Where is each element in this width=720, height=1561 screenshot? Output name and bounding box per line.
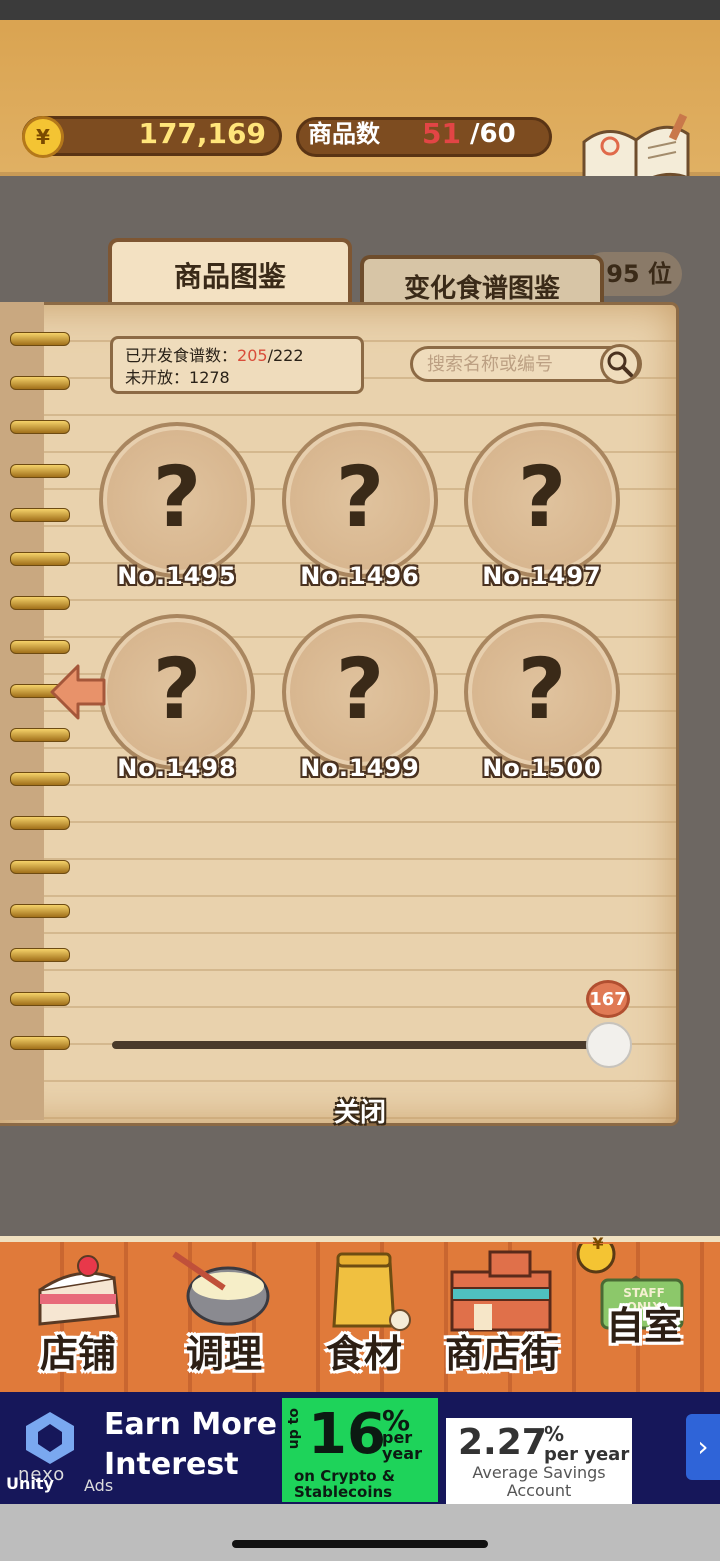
nav-ingredients[interactable]: 食材 xyxy=(294,1244,434,1384)
ad-next-button[interactable]: › xyxy=(686,1414,720,1480)
cake-icon xyxy=(38,1255,120,1326)
home-indicator[interactable] xyxy=(232,1540,488,1548)
ad-offer1-per: per year xyxy=(382,1428,422,1463)
question-mark-icon: ? xyxy=(152,640,202,738)
binder-ring xyxy=(10,728,70,742)
nav-shop[interactable]: 店铺 xyxy=(8,1244,148,1384)
question-mark-icon: ? xyxy=(517,640,567,738)
item-number: No.1499 xyxy=(300,754,420,782)
binder-ring xyxy=(10,376,70,390)
unopened-recipes-line: 未开放：1278 xyxy=(125,367,349,389)
binder-ring xyxy=(10,464,70,478)
ad-offer1-upto: up to xyxy=(286,1408,302,1450)
arrow-left-icon xyxy=(50,664,106,720)
storefront-icon xyxy=(450,1250,552,1332)
binder-ring xyxy=(10,1036,70,1050)
opened-total: /222 xyxy=(267,346,304,365)
nav-cooking-label: 调理 xyxy=(185,1332,262,1376)
item-slot-locked[interactable]: ? xyxy=(464,422,620,578)
opened-value: 205 xyxy=(237,346,268,365)
ad-headline: Earn More Interest xyxy=(104,1407,277,1482)
nav-shopping-street[interactable]: 商店街 xyxy=(430,1244,574,1384)
item-number: No.1497 xyxy=(482,562,602,590)
home-area xyxy=(0,1504,720,1561)
nav-shopping-street-label: 商店街 xyxy=(444,1332,559,1376)
nexo-logo-icon xyxy=(22,1410,78,1466)
binder-ring xyxy=(10,596,70,610)
ad-offer2-sub: Average Savings Account xyxy=(472,1463,606,1500)
unopened-label: 未开放： xyxy=(125,368,190,387)
nav-cooking[interactable]: 调理 xyxy=(154,1244,294,1384)
question-mark-icon: ? xyxy=(335,448,385,546)
nav-room[interactable]: ¥ STAFF ONLY 自室 xyxy=(574,1234,714,1384)
binder-ring xyxy=(10,552,70,566)
ad-offer1-sub: on Crypto & Stablecoins xyxy=(294,1467,395,1501)
search-input[interactable] xyxy=(425,353,599,376)
binder-ring xyxy=(10,992,70,1006)
flour-bag-icon xyxy=(332,1252,411,1331)
coin-balance: 177,169 xyxy=(138,117,266,150)
question-mark-icon: ? xyxy=(152,448,202,546)
item-number: No.1498 xyxy=(117,754,237,782)
coin-icon: ¥ xyxy=(22,116,64,158)
search-icon xyxy=(607,351,633,377)
search-button[interactable] xyxy=(600,344,640,384)
ad-offer2-value: 2.27 xyxy=(458,1422,547,1463)
close-button[interactable]: 关闭 xyxy=(300,1092,420,1132)
page-slider-thumb[interactable] xyxy=(586,1022,632,1068)
item-count-current: 51 xyxy=(422,117,461,150)
nav-ingredients-label: 食材 xyxy=(325,1332,402,1376)
ad-offer2-per: per year xyxy=(544,1444,630,1465)
item-slot-locked[interactable]: ? xyxy=(464,614,620,770)
item-count-label: 商品数 xyxy=(308,120,380,148)
ad-offer-crypto: up to 16 % per year on Crypto & Stableco… xyxy=(282,1398,438,1502)
status-bar xyxy=(0,0,720,20)
recipe-stats-box: 已开发食谱数：205/222 未开放：1278 xyxy=(110,336,364,394)
item-slot-locked[interactable]: ? xyxy=(282,614,438,770)
item-number: No.1500 xyxy=(482,754,602,782)
binder-ring xyxy=(10,948,70,962)
tab-item-catalog[interactable]: 商品图鉴 xyxy=(108,238,352,310)
item-slot-locked[interactable]: ? xyxy=(99,614,255,770)
binder-ring xyxy=(10,860,70,874)
previous-page-button[interactable] xyxy=(48,660,108,724)
notebook-spine xyxy=(0,302,70,1120)
mixing-bowl-icon xyxy=(172,1251,270,1326)
opened-recipes-line: 已开发食谱数：205/222 xyxy=(125,345,349,367)
item-slot-locked[interactable]: ? xyxy=(282,422,438,578)
question-mark-icon: ? xyxy=(517,448,567,546)
binder-ring xyxy=(10,332,70,346)
item-number: No.1495 xyxy=(117,562,237,590)
unity-logo: Unity xyxy=(6,1474,54,1493)
unopened-value: 1278 xyxy=(189,368,230,387)
binder-ring xyxy=(10,816,70,830)
binder-ring xyxy=(10,508,70,522)
item-number: No.1496 xyxy=(300,562,420,590)
binder-ring xyxy=(10,772,70,786)
room-coin-symbol: ¥ xyxy=(592,1234,604,1253)
binder-ring xyxy=(10,904,70,918)
ads-label: Ads xyxy=(84,1476,114,1495)
slider-value-bubble: 167 xyxy=(586,980,630,1018)
opened-label: 已开发食谱数： xyxy=(125,346,238,365)
nav-shop-label: 店铺 xyxy=(39,1332,116,1376)
item-count-total: /60 xyxy=(470,119,516,149)
question-mark-icon: ? xyxy=(335,640,385,738)
page-slider-track[interactable] xyxy=(112,1041,612,1049)
ad-offer2-symbol: % xyxy=(544,1422,565,1446)
nav-room-label: 自室 xyxy=(605,1304,682,1348)
item-slot-locked[interactable]: ? xyxy=(99,422,255,578)
ad-offer1-value: 16 xyxy=(308,1402,386,1467)
binder-ring xyxy=(10,640,70,654)
binder-ring xyxy=(10,420,70,434)
ad-offer-savings: 2.27 % per year Average Savings Account xyxy=(446,1418,632,1504)
